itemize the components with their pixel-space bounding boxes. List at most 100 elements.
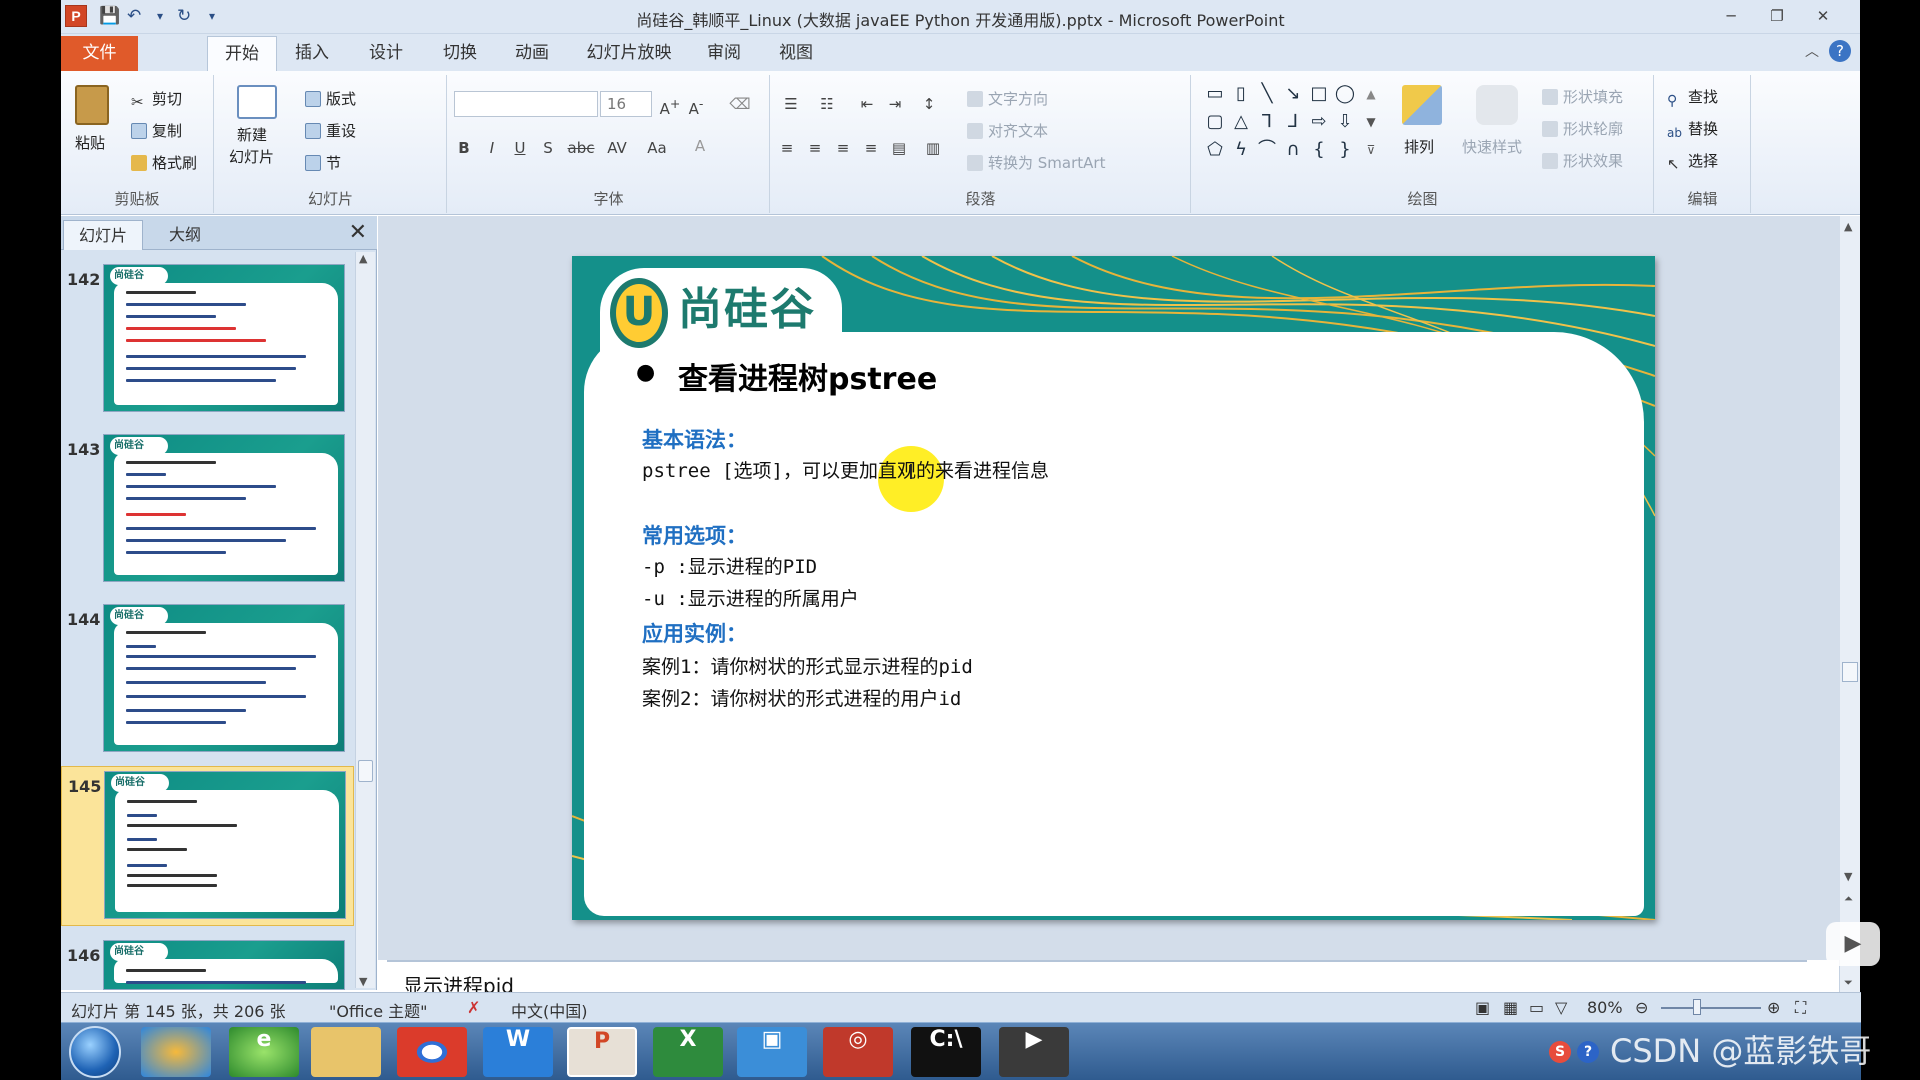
close-button[interactable]: ✕ — [1809, 5, 1837, 27]
elbow-arrow-icon[interactable]: ⅃ — [1282, 111, 1304, 133]
taskbar-folder-icon[interactable] — [311, 1027, 381, 1077]
language-indicator[interactable]: 中文(中国) — [511, 998, 588, 1022]
editor-vertical-scrollbar[interactable]: ▲ ▼ ⏶ ⏷ — [1839, 216, 1860, 996]
normal-view-icon[interactable]: ▣ — [1475, 998, 1490, 1017]
quick-styles-button[interactable]: 快速样式 — [1462, 137, 1522, 157]
notes-pane[interactable]: 显示进程pid — [387, 960, 1807, 992]
shadow-icon[interactable]: S — [536, 137, 560, 159]
taskbar-word-icon[interactable]: W — [483, 1027, 553, 1077]
slide-thumbnail-row[interactable]: 144 尚硅谷 — [61, 600, 354, 760]
align-right-icon[interactable]: ≡ — [831, 137, 855, 159]
tray-help-icon[interactable]: ? — [1577, 1041, 1599, 1063]
character-spacing-icon[interactable]: AV — [602, 137, 632, 159]
example-1[interactable]: 案例1：请你树状的形式显示进程的pid — [642, 652, 973, 679]
tab-design[interactable]: 设计 — [361, 36, 411, 71]
replace-button[interactable]: ab 替换 — [1667, 119, 1718, 140]
rectangle-shape-icon[interactable]: □ — [1308, 83, 1330, 105]
options-title[interactable]: 常用选项： — [642, 520, 747, 550]
align-text-button[interactable]: 对齐文本 — [967, 121, 1048, 141]
line-spacing-icon[interactable]: ↕ — [917, 93, 941, 115]
find-button[interactable]: ⚲ 查找 — [1667, 87, 1718, 109]
bullets-icon[interactable]: ☰ — [779, 93, 803, 115]
slide-thumbnail-row[interactable]: 142 尚硅谷 — [61, 260, 354, 420]
start-button-icon[interactable] — [69, 1026, 121, 1078]
cut-button[interactable]: ✂ 剪切 — [131, 89, 182, 111]
shape-fill-button[interactable]: 形状填充 — [1542, 87, 1623, 107]
taskbar-shell-icon[interactable]: ◎ — [823, 1027, 893, 1077]
quick-styles-icon[interactable] — [1476, 85, 1518, 125]
tab-view[interactable]: 视图 — [771, 36, 821, 71]
curve-shape-icon[interactable]: ∩ — [1282, 139, 1304, 161]
slide-thumbnail-row[interactable]: 143 尚硅谷 — [61, 430, 354, 590]
scroll-up-icon[interactable]: ▲ — [1844, 220, 1852, 233]
taskbar-browser-icon[interactable]: e — [229, 1027, 299, 1077]
convert-smartart-button[interactable]: 转换为 SmartArt — [967, 153, 1105, 173]
arrange-icon[interactable] — [1402, 85, 1442, 125]
close-pane-icon[interactable]: ✕ — [349, 220, 367, 246]
tab-animations[interactable]: 动画 — [507, 36, 557, 71]
spell-check-icon[interactable]: ✗ — [467, 998, 480, 1017]
taskbar-excel-icon[interactable]: X — [653, 1027, 723, 1077]
help-icon[interactable]: ? — [1829, 40, 1851, 62]
option-p[interactable]: -p :显示进程的PID — [642, 552, 817, 579]
strikethrough-icon[interactable]: abc — [566, 137, 596, 159]
fit-to-window-icon[interactable]: ⛶ — [1795, 998, 1806, 1018]
section-button[interactable]: 节 — [305, 153, 341, 173]
underline-icon[interactable]: U — [508, 137, 532, 159]
line-shape-icon[interactable]: ╲ — [1256, 83, 1278, 105]
syntax-line[interactable]: pstree [选项]，可以更加直观的来看进程信息 — [642, 456, 1049, 483]
shape-outline-button[interactable]: 形状轮廓 — [1542, 119, 1623, 139]
slides-pane-scrollbar[interactable]: ▲ ▼ — [355, 252, 375, 988]
numbering-icon[interactable]: ☷ — [815, 93, 839, 115]
copy-button[interactable]: 复制 — [131, 121, 182, 141]
text-direction-button[interactable]: 文字方向 — [967, 89, 1048, 109]
paste-icon[interactable] — [75, 85, 109, 125]
new-slide-icon[interactable] — [237, 85, 277, 119]
tab-outline[interactable]: 大纲 — [145, 220, 225, 250]
change-case-icon[interactable]: Aa — [642, 137, 672, 159]
font-color-icon[interactable]: A — [688, 135, 712, 157]
zoom-level[interactable]: 80% — [1587, 998, 1623, 1017]
shrink-font-icon[interactable]: A- — [684, 93, 708, 120]
minimize-ribbon-icon[interactable]: ︿ — [1805, 42, 1819, 62]
tab-slideshow[interactable]: 幻灯片放映 — [579, 36, 679, 71]
pentagon-shape-icon[interactable]: ⬠ — [1204, 139, 1226, 161]
slide-thumbnail-row-selected[interactable]: 145 尚硅谷 — [61, 766, 354, 926]
zoom-out-icon[interactable]: ⊖ — [1635, 998, 1648, 1017]
restore-button[interactable]: ❐ — [1763, 5, 1791, 27]
slide-heading[interactable]: 查看进程树pstree — [678, 354, 937, 398]
notes-text[interactable]: 显示进程pid — [403, 970, 514, 992]
reading-view-icon[interactable]: ▭ — [1529, 998, 1544, 1017]
scroll-up-icon[interactable]: ▲ — [359, 252, 367, 265]
down-arrow-shape-icon[interactable]: ⇩ — [1334, 111, 1356, 133]
taskbar-recorder-icon[interactable]: ▶ — [999, 1027, 1069, 1077]
oval-shape-icon[interactable]: ◯ — [1334, 83, 1356, 105]
tab-file[interactable]: 文件 — [61, 36, 138, 71]
align-center-icon[interactable]: ≡ — [803, 137, 827, 159]
tab-transitions[interactable]: 切换 — [435, 36, 485, 71]
new-slide-dropdown[interactable]: 幻灯片 — [229, 147, 274, 167]
right-brace-shape-icon[interactable]: } — [1334, 139, 1356, 161]
slide-thumbnail[interactable]: 尚硅谷 — [103, 264, 345, 412]
new-slide-label[interactable]: 新建 — [237, 125, 267, 145]
taskbar-app-icon[interactable] — [141, 1027, 211, 1077]
paste-button[interactable]: 粘贴 — [75, 133, 105, 153]
slide-thumbnail[interactable]: 尚硅谷 — [103, 940, 345, 990]
shapes-scroll-down-icon[interactable]: ▼ — [1360, 111, 1382, 133]
lightning-shape-icon[interactable]: ϟ — [1230, 139, 1252, 161]
arc-shape-icon[interactable]: ⌒ — [1256, 139, 1278, 161]
taskbar-powerpoint-icon[interactable]: P — [567, 1027, 637, 1077]
italic-icon[interactable]: I — [480, 137, 504, 159]
columns-icon[interactable]: ▥ — [921, 137, 945, 159]
reset-button[interactable]: 重设 — [305, 121, 356, 141]
slide-canvas[interactable]: U 尚硅谷 ● 查看进程树pstree 基本语法： pstree [选项]，可以… — [572, 256, 1655, 920]
right-arrow-shape-icon[interactable]: ⇨ — [1308, 111, 1330, 133]
minimize-button[interactable]: ─ — [1717, 5, 1745, 27]
tab-slides[interactable]: 幻灯片 — [63, 220, 143, 250]
tab-review[interactable]: 审阅 — [699, 36, 749, 71]
slide-thumbnail[interactable]: 尚硅谷 — [103, 434, 345, 582]
taskbar-vm-icon[interactable]: ▣ — [737, 1027, 807, 1077]
slide-thumbnail[interactable]: 尚硅谷 — [104, 771, 346, 919]
examples-title[interactable]: 应用实例： — [642, 618, 747, 648]
zoom-slider[interactable] — [1661, 1007, 1761, 1009]
